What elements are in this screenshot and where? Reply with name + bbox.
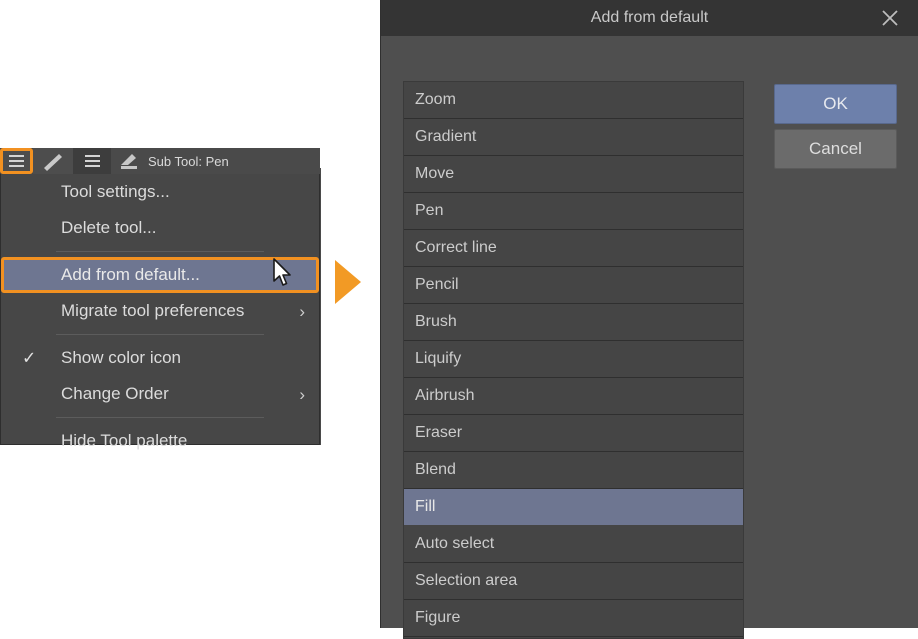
list-item-label: Selection area xyxy=(415,572,518,589)
list-item-label: Eraser xyxy=(415,424,463,441)
list-item-label: Gradient xyxy=(415,128,477,145)
right-triangle-arrow-icon xyxy=(335,260,361,304)
menu-separator xyxy=(56,334,264,335)
menu-item-label: Delete tool... xyxy=(61,218,157,237)
pen-tool-button[interactable] xyxy=(33,148,73,174)
default-tool-list[interactable]: Zoom Gradient Move Pen Correct line Penc… xyxy=(403,81,744,639)
menu-item-add-from-default[interactable]: Add from default... xyxy=(1,257,319,293)
list-item[interactable]: Figure xyxy=(404,600,743,637)
list-item-label: Blend xyxy=(415,461,456,478)
dialog-body: Zoom Gradient Move Pen Correct line Penc… xyxy=(381,36,918,639)
close-button[interactable] xyxy=(870,0,910,36)
menu-item-show-color-icon[interactable]: ✓ Show color icon xyxy=(1,340,319,376)
list-item-label: Pen xyxy=(415,202,444,219)
checkmark-icon: ✓ xyxy=(22,348,37,368)
list-item-label: Figure xyxy=(415,609,461,626)
list-item[interactable]: Airbrush xyxy=(404,378,743,415)
list-item-label: Correct line xyxy=(415,239,497,256)
list-item-label: Liquify xyxy=(415,350,462,367)
menu-item-label: Tool settings... xyxy=(61,182,170,201)
list-item-label: Zoom xyxy=(415,91,456,108)
menu-item-hide-tool-palette[interactable]: Hide Tool palette xyxy=(1,423,319,459)
menu-item-label: Add from default... xyxy=(61,265,200,284)
hamburger-menu-icon xyxy=(84,152,100,170)
list-item[interactable]: Pen xyxy=(404,193,743,230)
chevron-right-icon: › xyxy=(299,301,305,321)
hamburger-menu-icon xyxy=(9,152,24,170)
sub-tool-title-bar[interactable]: Sub Tool: Pen xyxy=(111,148,320,174)
list-item-label: Auto select xyxy=(415,535,495,552)
add-from-default-dialog: Add from default Zoom Gradient Move Pen … xyxy=(380,0,918,639)
list-item[interactable]: Brush xyxy=(404,304,743,341)
cancel-button[interactable]: Cancel xyxy=(774,129,897,169)
menu-item-label: Hide Tool palette xyxy=(61,431,188,450)
dialog-title: Add from default xyxy=(590,9,709,26)
menu-item-label: Change Order xyxy=(61,384,169,403)
list-item[interactable]: Pencil xyxy=(404,267,743,304)
sub-tool-label: Sub Tool: Pen xyxy=(148,153,229,169)
list-item-label: Airbrush xyxy=(415,387,475,404)
sub-tool-menu-button[interactable] xyxy=(73,148,111,174)
tool-context-menu: Tool settings... Delete tool... Add from… xyxy=(0,174,320,450)
menu-separator xyxy=(56,251,264,252)
list-item[interactable]: Zoom xyxy=(404,82,743,119)
chevron-right-icon: › xyxy=(299,384,305,404)
pen-nib-icon xyxy=(121,154,137,169)
list-item[interactable]: Correct line xyxy=(404,230,743,267)
cancel-button-label: Cancel xyxy=(809,139,862,158)
menu-item-delete-tool[interactable]: Delete tool... xyxy=(1,210,319,246)
list-item[interactable]: Gradient xyxy=(404,119,743,156)
menu-item-migrate-tool-preferences[interactable]: Migrate tool preferences › xyxy=(1,293,319,329)
list-item[interactable]: Liquify xyxy=(404,341,743,378)
list-item-label: Brush xyxy=(415,313,457,330)
dialog-title-bar: Add from default xyxy=(381,0,918,36)
list-item[interactable]: Auto select xyxy=(404,526,743,563)
menu-item-change-order[interactable]: Change Order › xyxy=(1,376,319,412)
list-item-label: Move xyxy=(415,165,455,182)
ok-button-label: OK xyxy=(823,94,848,113)
tool-menu-button[interactable] xyxy=(0,148,33,174)
tool-palette-toolbar: Sub Tool: Pen xyxy=(0,148,320,174)
list-item-label: Pencil xyxy=(415,276,459,293)
list-item[interactable]: Eraser xyxy=(404,415,743,452)
list-item-label: Fill xyxy=(415,498,436,515)
ok-button[interactable]: OK xyxy=(774,84,897,124)
dialog-action-buttons: OK Cancel xyxy=(774,84,897,169)
menu-item-label: Show color icon xyxy=(61,348,182,367)
pen-stroke-icon xyxy=(44,154,62,171)
menu-item-label: Migrate tool preferences xyxy=(61,301,245,320)
list-item-selected[interactable]: Fill xyxy=(404,489,743,526)
list-item[interactable]: Blend xyxy=(404,452,743,489)
menu-item-tool-settings[interactable]: Tool settings... xyxy=(1,174,319,210)
menu-separator xyxy=(56,417,264,418)
close-icon xyxy=(882,10,898,26)
list-item[interactable]: Selection area xyxy=(404,563,743,600)
list-item[interactable]: Move xyxy=(404,156,743,193)
